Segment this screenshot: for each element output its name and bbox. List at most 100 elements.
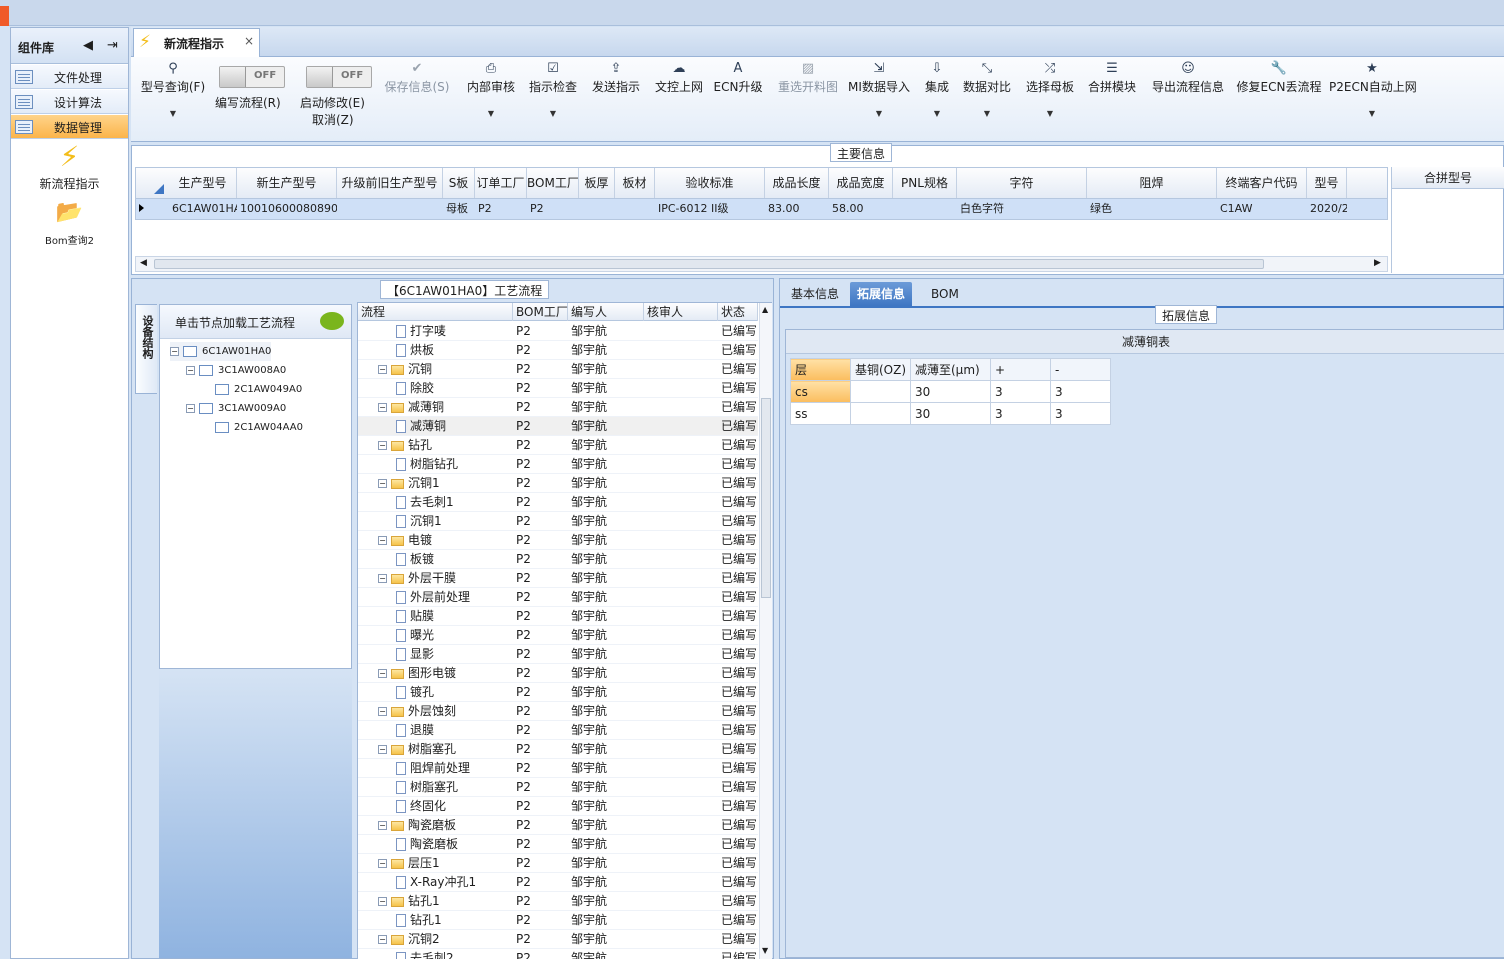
table-row[interactable]: 镀孔 P2 邹宇航 已编写 — [358, 683, 758, 702]
collapse-toggle[interactable]: − — [378, 403, 387, 412]
table-row[interactable]: 陶瓷磨板 P2 邹宇航 已编写 — [358, 835, 758, 854]
ribbon-button[interactable]: ⇲ MI数据导入 ▼ — [845, 60, 913, 130]
collapse-toggle[interactable]: − — [378, 669, 387, 678]
table-row[interactable]: 板镀 P2 邹宇航 已编写 — [358, 550, 758, 569]
table-cell[interactable]: 10010600080890 — [237, 199, 337, 219]
column-header[interactable]: + — [990, 358, 1051, 381]
table-row[interactable]: − 电镀 P2 邹宇航 已编写 — [358, 531, 758, 550]
process-name-cell[interactable]: 阻焊前处理 — [396, 759, 513, 778]
process-name-cell[interactable]: − 钻孔1 — [378, 892, 513, 911]
collapse-left-icon[interactable]: ◀ — [83, 38, 93, 53]
collapse-toggle[interactable]: − — [378, 745, 387, 754]
column-header[interactable]: 核审人 — [644, 303, 718, 321]
process-name-cell[interactable]: 镀孔 — [396, 683, 513, 702]
process-name-cell[interactable]: − 外层蚀刻 — [378, 702, 513, 721]
horizontal-scrollbar[interactable]: ◀ ▶ — [135, 256, 1388, 272]
table-row[interactable]: 显影 P2 邹宇航 已编写 — [358, 645, 758, 664]
table-cell[interactable] — [893, 199, 957, 219]
table-row[interactable]: 退膜 P2 邹宇航 已编写 — [358, 721, 758, 740]
column-header[interactable]: PNL规格 — [893, 168, 957, 198]
table-row[interactable]: − 图形电镀 P2 邹宇航 已编写 — [358, 664, 758, 683]
process-name-cell[interactable]: 树脂塞孔 — [396, 778, 513, 797]
collapse-toggle[interactable]: − — [378, 935, 387, 944]
ribbon-button[interactable]: ☑ 指示检查 ▼ — [525, 60, 581, 130]
table-cell[interactable]: cs — [790, 380, 851, 403]
column-header[interactable]: 字符 — [957, 168, 1087, 198]
table-row[interactable]: 阻焊前处理 P2 邹宇航 已编写 — [358, 759, 758, 778]
table-row[interactable]: 烘板 P2 邹宇航 已编写 — [358, 341, 758, 360]
process-name-cell[interactable]: − 钻孔 — [378, 436, 513, 455]
table-cell[interactable]: IPC-6012 II级 — [655, 199, 765, 219]
process-name-cell[interactable]: 去毛刺2 — [396, 949, 513, 959]
close-icon[interactable]: × — [244, 34, 254, 48]
pin-icon[interactable]: ⇥ — [107, 38, 118, 53]
process-name-cell[interactable]: − 层压1 — [378, 854, 513, 873]
ribbon-button[interactable]: ✔ 保存信息(S) — [381, 60, 453, 130]
table-row[interactable]: 曝光 P2 邹宇航 已编写 — [358, 626, 758, 645]
table-cell[interactable]: P2 — [527, 199, 579, 219]
table-row[interactable]: − 外层蚀刻 P2 邹宇航 已编写 — [358, 702, 758, 721]
table-row[interactable]: − 减薄铜 P2 邹宇航 已编写 — [358, 398, 758, 417]
table-row[interactable]: cs 30 3 3 — [790, 380, 1111, 403]
process-name-cell[interactable]: − 沉铜 — [378, 360, 513, 379]
table-cell[interactable]: 白色字符 — [957, 199, 1087, 219]
process-name-cell[interactable]: − 电镀 — [378, 531, 513, 550]
process-name-cell[interactable]: − 沉铜1 — [378, 474, 513, 493]
tree-node[interactable]: − 6C1AW01HA0 — [170, 342, 272, 361]
table-row[interactable]: − 钻孔 P2 邹宇航 已编写 — [358, 436, 758, 455]
table-cell[interactable] — [850, 402, 911, 425]
collapse-toggle[interactable]: − — [378, 536, 387, 545]
column-header[interactable]: S板 — [443, 168, 475, 198]
process-name-cell[interactable]: − 树脂塞孔 — [378, 740, 513, 759]
tree-node[interactable]: 2C1AW04AA0 — [202, 418, 303, 437]
collapse-toggle[interactable]: − — [378, 897, 387, 906]
column-header[interactable]: 板厚 — [579, 168, 615, 198]
process-name-cell[interactable]: 除胶 — [396, 379, 513, 398]
scrollbar-thumb[interactable] — [154, 259, 1264, 269]
column-header[interactable]: 验收标准 — [655, 168, 765, 198]
process-name-cell[interactable]: 沉铜1 — [396, 512, 513, 531]
scroll-left-icon[interactable]: ◀ — [140, 258, 147, 268]
table-row[interactable]: − 外层干膜 P2 邹宇航 已编写 — [358, 569, 758, 588]
table-row[interactable]: 树脂塞孔 P2 邹宇航 已编写 — [358, 778, 758, 797]
column-header[interactable]: 阻焊 — [1087, 168, 1217, 198]
sidebar-item[interactable]: 数据管理 — [11, 115, 128, 139]
collapse-toggle[interactable]: − — [378, 441, 387, 450]
process-name-cell[interactable]: − 沉铜2 — [378, 930, 513, 949]
table-row[interactable]: − 钻孔1 P2 邹宇航 已编写 — [358, 892, 758, 911]
process-name-cell[interactable]: 显影 — [396, 645, 513, 664]
column-header[interactable]: 基铜(OZ) — [850, 358, 911, 381]
column-header[interactable]: 终端客户代码 — [1217, 168, 1307, 198]
collapse-toggle[interactable]: − — [186, 365, 195, 375]
table-cell[interactable]: 3 — [1050, 380, 1111, 403]
table-cell[interactable] — [579, 199, 615, 219]
column-header[interactable]: 成品宽度 — [829, 168, 893, 198]
tool-item[interactable]: 📂 Bom查询2 — [11, 200, 128, 255]
collapse-toggle[interactable]: − — [378, 365, 387, 374]
vertical-scrollbar[interactable]: ▲ ▼ — [759, 303, 772, 959]
column-header[interactable]: 状态 — [718, 303, 758, 321]
ribbon-button[interactable]: ⎙ 内部审核 ▼ — [463, 60, 519, 130]
process-name-cell[interactable]: 钻孔1 — [396, 911, 513, 930]
table-row[interactable]: ss 30 3 3 — [790, 402, 1111, 425]
process-name-cell[interactable]: 树脂钻孔 — [396, 455, 513, 474]
table-row[interactable]: − 沉铜 P2 邹宇航 已编写 — [358, 360, 758, 379]
table-row[interactable]: 减薄铜 P2 邹宇航 已编写 — [358, 417, 758, 436]
model-query-button[interactable]: ⚲ 型号查询(F) ▼ — [137, 60, 209, 130]
ribbon-button[interactable]: ☺ 导出流程信息 — [1147, 60, 1229, 130]
process-name-cell[interactable]: 烘板 — [396, 341, 513, 360]
column-header[interactable]: 成品长度 — [765, 168, 829, 198]
table-cell[interactable]: 3 — [1050, 402, 1111, 425]
scroll-right-icon[interactable]: ▶ — [1374, 258, 1381, 268]
tab-new-process[interactable]: ⚡ 新流程指示 × — [133, 28, 260, 57]
process-name-cell[interactable]: 板镀 — [396, 550, 513, 569]
collapse-toggle[interactable]: − — [378, 859, 387, 868]
collapse-toggle[interactable]: − — [378, 479, 387, 488]
start-modify-toggle[interactable]: OFF — [306, 66, 372, 88]
table-row[interactable]: 终固化 P2 邹宇航 已编写 — [358, 797, 758, 816]
scroll-down-icon[interactable]: ▼ — [762, 946, 768, 955]
process-name-cell[interactable]: 曝光 — [396, 626, 513, 645]
table-cell[interactable]: 绿色 — [1087, 199, 1217, 219]
process-name-cell[interactable]: − 陶瓷磨板 — [378, 816, 513, 835]
table-row[interactable]: 去毛刺2 P2 邹宇航 已编写 — [358, 949, 758, 959]
